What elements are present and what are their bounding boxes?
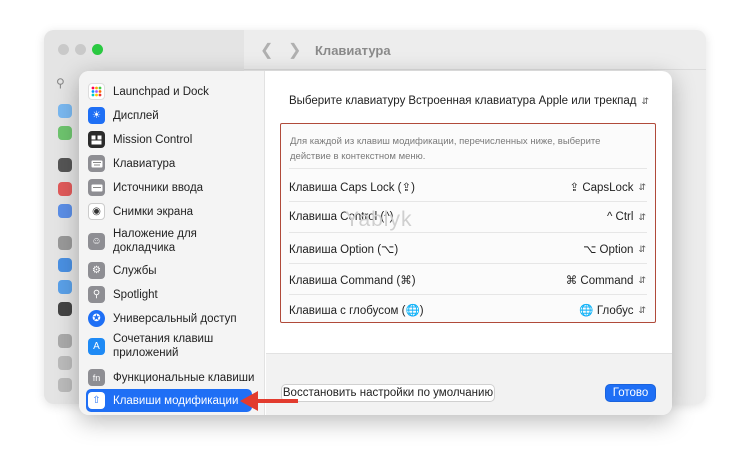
screenshot-icon: ◉ <box>88 203 105 220</box>
chevron-up-down-icon: ⇵ <box>641 95 648 106</box>
option-value: ⌥ Option <box>583 244 634 256</box>
command-value: ⌘ Command <box>565 275 634 287</box>
spotlight-icon: ⚲ <box>88 286 105 303</box>
sidebar-item-label: Launchpad и Dock <box>113 85 209 98</box>
sidebar-item-label: Клавиатура <box>113 157 176 170</box>
modifier-description: Для каждой из клавиш модификации, перечи… <box>290 136 601 162</box>
services-icon: ⚙ <box>88 262 105 279</box>
sidebar-item-label: Источники ввода <box>113 181 204 194</box>
caps-lock-label: Клавиша Caps Lock (⇪) <box>289 182 415 194</box>
display-icon: ☀ <box>88 107 105 124</box>
sidebar-item-modifier-keys[interactable]: ⇧ Клавиши модификации <box>86 389 252 412</box>
launchpad-icon <box>88 83 105 100</box>
sidebar-item-accessibility[interactable]: ✪ Универсальный доступ <box>88 310 258 327</box>
sidebar-item-label: Службы <box>113 264 157 277</box>
back-arrow-icon[interactable]: ❮ <box>260 40 273 60</box>
app-shortcuts-icon: A <box>88 337 105 355</box>
sidebar-item-services[interactable]: ⚙ Службы <box>88 262 258 279</box>
option-label: Клавиша Option (⌥) <box>289 244 399 256</box>
bg-sidebar-icon <box>58 378 72 392</box>
sheet-sidebar: Launchpad и Dock ☀ Дисплей Mission Contr… <box>79 71 265 415</box>
sidebar-item-function-keys[interactable]: fn Функциональные клавиши <box>88 369 258 386</box>
sidebar-item-label: Сочетания клавиш приложений <box>113 333 214 359</box>
option-select[interactable]: ⌥ Option ⇵ <box>583 242 646 257</box>
sidebar-item-presenter-overlay[interactable]: ☺ Наложение для докладчика <box>88 227 258 255</box>
sidebar-item-label: Дисплей <box>113 109 159 122</box>
sidebar-item-spotlight[interactable]: ⚲ Spotlight <box>88 286 258 303</box>
caps-lock-select[interactable]: ⇪ CapsLock ⇵ <box>569 180 645 195</box>
sidebar-item-label: Клавиши модификации <box>113 394 239 407</box>
sidebar-item-label: Универсальный доступ <box>113 312 237 325</box>
keyboard-select[interactable]: Встроенная клавиатура Apple или трекпад … <box>408 95 649 107</box>
minimize-window-button[interactable] <box>75 44 86 55</box>
bg-sidebar-icon <box>58 104 72 118</box>
bg-sidebar-icon <box>58 258 72 272</box>
divider <box>289 201 647 202</box>
sidebar-item-launchpad[interactable]: Launchpad и Dock <box>88 83 258 100</box>
keyboard-select-label: Выберите клавиатуру <box>289 95 406 107</box>
zoom-window-button[interactable] <box>92 44 103 55</box>
sidebar-item-label: Снимки экрана <box>113 205 194 218</box>
sidebar-item-display[interactable]: ☀ Дисплей <box>88 107 258 124</box>
sidebar-item-app-shortcuts[interactable]: A Сочетания клавиш приложений <box>88 332 258 360</box>
bg-sidebar-icon <box>58 204 72 218</box>
caps-lock-value: ⇪ CapsLock <box>569 182 634 194</box>
modifier-settings-content: Выберите клавиатуру Встроенная клавиатур… <box>266 71 672 353</box>
bg-sidebar-icon <box>58 334 72 348</box>
modifier-keys-highlight-box: Для каждой из клавиш модификации, перечи… <box>280 123 656 323</box>
bg-sidebar-icon <box>58 236 72 250</box>
chevron-up-down-icon: ⇵ <box>638 243 645 254</box>
divider <box>289 232 647 233</box>
control-select[interactable]: ^ Ctrl ⇵ <box>606 211 646 223</box>
modifier-keys-sheet: Launchpad и Dock ☀ Дисплей Mission Contr… <box>79 71 672 415</box>
mission-control-icon <box>88 131 105 148</box>
command-label: Клавиша Command (⌘) <box>289 275 416 287</box>
forward-arrow-icon[interactable]: ❯ <box>288 40 301 60</box>
divider <box>289 294 647 295</box>
bg-sidebar-icon <box>58 158 72 172</box>
chevron-up-down-icon: ⇵ <box>638 274 645 285</box>
chevron-up-down-icon: ⇵ <box>638 304 645 315</box>
sidebar-item-input-sources[interactable]: Источники ввода <box>88 179 258 196</box>
watermark: Yablyk <box>345 208 413 231</box>
sidebar-item-label: Mission Control <box>113 133 193 146</box>
accessibility-icon: ✪ <box>88 310 105 327</box>
globe-key-select[interactable]: 🌐 Глобус ⇵ <box>579 303 646 318</box>
divider <box>289 263 647 264</box>
bg-sidebar-icon <box>58 280 72 294</box>
close-window-button[interactable] <box>58 44 69 55</box>
search-icon[interactable]: ⚲ <box>56 76 65 90</box>
restore-defaults-button[interactable]: Восстановить настройки по умолчанию <box>281 384 495 402</box>
background-titlebar: ❮ ❯ <box>244 30 706 70</box>
function-keys-icon: fn <box>88 369 105 386</box>
bg-sidebar-icon <box>58 302 72 316</box>
chevron-up-down-icon: ⇵ <box>638 211 645 222</box>
sidebar-item-keyboard[interactable]: Клавиатура <box>88 155 258 172</box>
sheet-footer: Восстановить настройки по умолчанию Гото… <box>266 353 672 415</box>
bg-sidebar-icon <box>58 356 72 370</box>
window-title: Клавиатура <box>315 43 391 58</box>
presenter-overlay-icon: ☺ <box>88 232 105 250</box>
chevron-up-down-icon: ⇵ <box>638 181 645 192</box>
sidebar-item-label: Spotlight <box>113 288 158 301</box>
input-sources-icon <box>88 179 105 196</box>
command-select[interactable]: ⌘ Command ⇵ <box>565 273 646 288</box>
sidebar-item-label: Наложение для докладчика <box>113 228 197 254</box>
sidebar-item-label: Функциональные клавиши <box>113 371 255 384</box>
globe-key-value: 🌐 Глобус <box>579 305 634 317</box>
divider <box>289 168 647 169</box>
keyboard-icon <box>88 155 105 172</box>
red-arrow-annotation <box>240 391 298 411</box>
bg-sidebar-icon <box>58 126 72 140</box>
globe-key-label: Клавиша с глобусом (🌐) <box>289 305 424 317</box>
done-button[interactable]: Готово <box>605 384 656 402</box>
sidebar-item-screenshots[interactable]: ◉ Снимки экрана <box>88 203 258 220</box>
control-value: ^ Ctrl <box>606 211 634 223</box>
sidebar-item-mission-control[interactable]: Mission Control <box>88 131 258 148</box>
bg-sidebar-icon <box>58 182 72 196</box>
modifier-keys-icon: ⇧ <box>88 392 105 409</box>
keyboard-select-value: Встроенная клавиатура Apple или трекпад <box>408 95 637 107</box>
